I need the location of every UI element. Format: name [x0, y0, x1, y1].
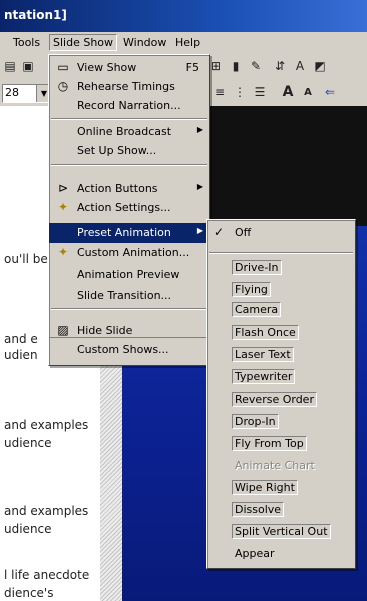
- window-title: ntation1]: [4, 8, 67, 22]
- slide-show-menu-tail: Custom Shows...: [48, 337, 210, 366]
- preset-item-animate-chart: Animate Chart: [235, 459, 315, 472]
- projector-icon: ▭: [57, 60, 69, 74]
- menu-window[interactable]: Window: [120, 35, 169, 50]
- preset-item-split-vertical-out[interactable]: Split Vertical Out: [207, 522, 355, 542]
- menu-separator: [51, 118, 207, 120]
- menu-item-action-buttons[interactable]: ⊳ Action Buttons ▶: [49, 179, 209, 199]
- title-bar: ntation1]: [0, 0, 367, 32]
- menu-item-animation-preview[interactable]: Animation Preview: [49, 265, 209, 285]
- outline-line: udience: [4, 522, 52, 536]
- submenu-arrow-icon: ▶: [196, 125, 203, 134]
- show-formatting-icon[interactable]: A: [292, 58, 308, 74]
- menu-slide-show[interactable]: Slide Show: [49, 34, 118, 51]
- menu-item-custom-animation[interactable]: ✦ Custom Animation...: [49, 243, 209, 263]
- preset-item-drop-in[interactable]: Drop-In: [207, 412, 355, 432]
- preset-item-wipe-right[interactable]: Wipe Right: [207, 478, 355, 498]
- menu-separator: [51, 308, 207, 310]
- menu-separator: [209, 252, 353, 254]
- menu-item-custom-shows[interactable]: Custom Shows...: [49, 340, 209, 360]
- align-right-icon[interactable]: ≡: [212, 84, 228, 100]
- preset-item-dissolve[interactable]: Dissolve: [207, 500, 355, 520]
- preset-item-typewriter[interactable]: Typewriter: [207, 367, 355, 387]
- expand-all-icon[interactable]: ⇵: [272, 58, 288, 74]
- action-button-icon: ⊳: [57, 181, 69, 195]
- preset-item-camera[interactable]: Camera: [207, 300, 355, 320]
- preset-item-drive-in[interactable]: Drive-In: [207, 258, 355, 278]
- menu-item-slide-transition[interactable]: Slide Transition...: [49, 286, 209, 306]
- menu-item-rehearse-timings[interactable]: ◷ Rehearse Timings: [49, 77, 209, 97]
- stopwatch-icon: ◷: [57, 79, 69, 93]
- preset-item-fly-from-top[interactable]: Fly From Top: [207, 434, 355, 454]
- preset-item-laser-text[interactable]: Laser Text: [207, 345, 355, 365]
- outline-line: and examples: [4, 504, 89, 518]
- menu-help[interactable]: Help: [172, 35, 203, 50]
- new-slide-icon[interactable]: ✎: [248, 58, 264, 74]
- table-icon[interactable]: ⊞: [208, 58, 224, 74]
- outline-line: udience: [4, 436, 52, 450]
- menu-item-view-show[interactable]: ▭ View Show F5: [49, 58, 209, 78]
- font-size-value: 28: [5, 86, 19, 99]
- preset-item-flying[interactable]: Flying: [207, 280, 355, 300]
- menu-item-record-narration[interactable]: Record Narration...: [49, 96, 209, 116]
- paste-icon[interactable]: ▣: [20, 58, 36, 74]
- chart-icon[interactable]: ▮: [228, 58, 244, 74]
- increase-font-icon[interactable]: A: [280, 84, 296, 100]
- menu-item-action-settings[interactable]: ✦ Action Settings...: [49, 198, 209, 218]
- outline-line: udien: [4, 348, 38, 362]
- grayscale-icon[interactable]: ◩: [312, 58, 328, 74]
- menu-bar: Tools Slide Show Window Help: [0, 32, 367, 55]
- promote-icon[interactable]: ⇐: [322, 84, 338, 100]
- bullets-icon[interactable]: ☰: [252, 84, 268, 100]
- preset-item-flash-once[interactable]: Flash Once: [207, 323, 355, 343]
- slide-show-menu: ▭ View Show F5 ◷ Rehearse Timings Record…: [48, 54, 210, 341]
- menu-item-online-broadcast[interactable]: Online Broadcast ▶: [49, 122, 209, 142]
- menu-item-set-up-show[interactable]: Set Up Show...: [49, 141, 209, 161]
- preset-item-reverse-order[interactable]: Reverse Order: [207, 390, 355, 410]
- font-size-select[interactable]: 28 ▼: [2, 84, 52, 103]
- outline-line: and examples: [4, 418, 89, 432]
- outline-line: l life anecdote: [4, 568, 90, 582]
- preset-item-off[interactable]: ✓ Off: [207, 223, 355, 243]
- submenu-arrow-icon: ▶: [196, 182, 203, 191]
- action-settings-icon: ✦: [57, 200, 69, 214]
- preset-animation-submenu: ✓ Off Drive-In Flying Camera Flash Once …: [206, 219, 356, 569]
- outline-line: and e: [4, 332, 38, 346]
- outline-line: ou'll be: [4, 252, 48, 266]
- outline-line: dience's: [4, 586, 54, 600]
- menu-item-preset-animation[interactable]: Preset Animation ▶: [49, 223, 209, 243]
- menu-tools[interactable]: Tools: [10, 35, 43, 50]
- decrease-font-icon[interactable]: A: [300, 84, 316, 100]
- checkmark-icon: ✓: [213, 225, 225, 239]
- print-icon[interactable]: ▤: [2, 58, 18, 74]
- preset-item-appear[interactable]: Appear: [207, 544, 355, 564]
- custom-animation-icon: ✦: [57, 245, 69, 259]
- menu-separator: [51, 164, 207, 166]
- submenu-arrow-icon: ▶: [196, 226, 203, 235]
- numbering-icon[interactable]: ⋮: [232, 84, 248, 100]
